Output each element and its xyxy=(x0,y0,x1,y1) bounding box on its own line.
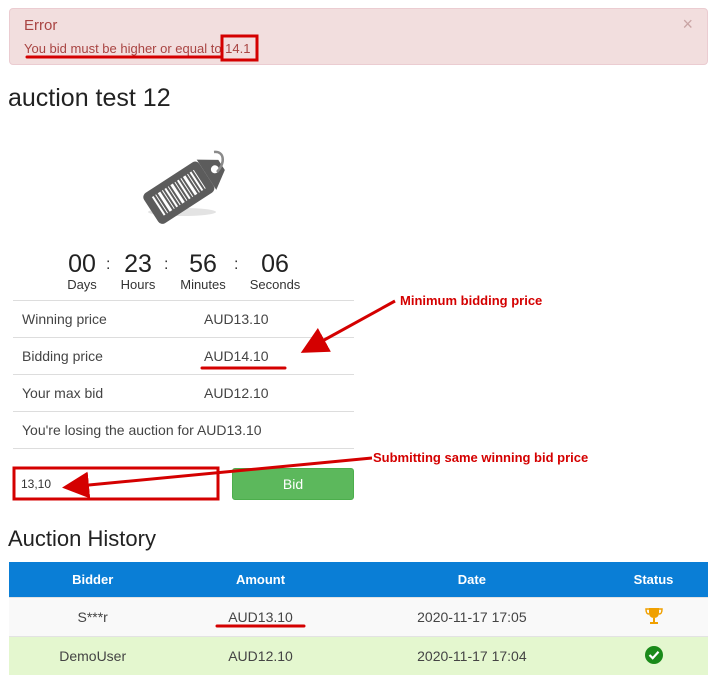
history-title: Auction History xyxy=(8,526,156,551)
countdown-value: 00 xyxy=(68,250,96,278)
status-row: You're losing the auction for AUD13.10 xyxy=(13,411,354,449)
annotation-same-price: Submitting same winning bid price xyxy=(373,450,589,465)
column-header-status: Status xyxy=(599,562,708,598)
table-header-row: Bidder Amount Date Status xyxy=(9,562,708,598)
winning-price-row: Winning price AUD13.10 xyxy=(13,300,354,338)
countdown-value: 23 xyxy=(124,250,152,278)
check-circle-icon xyxy=(644,645,663,664)
date-cell: 2020-11-17 17:04 xyxy=(344,636,600,675)
countdown-label: Minutes xyxy=(180,277,226,292)
annotation-min-price: Minimum bidding price xyxy=(400,293,543,308)
countdown-days: 00 Days xyxy=(58,250,106,292)
countdown-seconds: 06 Seconds xyxy=(246,250,304,292)
bidder-cell: S***r xyxy=(9,597,177,637)
auction-info-table: Winning price AUD13.10 Bidding price AUD… xyxy=(13,300,354,449)
table-row: S***r AUD13.10 2020-11-17 17:05 xyxy=(9,597,708,637)
status-cell xyxy=(599,597,708,637)
bidding-price-row: Bidding price AUD14.10 xyxy=(13,337,354,375)
table-row: DemoUser AUD12.10 2020-11-17 17:04 xyxy=(9,636,708,675)
countdown-value: 56 xyxy=(189,250,217,278)
trophy-icon xyxy=(644,607,663,624)
bidding-price-label: Bidding price xyxy=(13,337,204,375)
bidder-cell: DemoUser xyxy=(9,636,177,675)
column-header-date: Date xyxy=(344,562,600,598)
countdown-timer: 00 Days : 23 Hours : 56 Minutes : 06 Sec… xyxy=(58,250,308,292)
countdown-separator: : xyxy=(106,256,111,273)
error-alert: Error You bid must be higher or equal to… xyxy=(9,8,708,65)
max-bid-value: AUD12.10 xyxy=(204,374,354,412)
close-icon[interactable]: × xyxy=(682,14,693,35)
max-bid-row: Your max bid AUD12.10 xyxy=(13,374,354,412)
alert-message: You bid must be higher or equal to 14.1 xyxy=(24,41,251,56)
countdown-label: Seconds xyxy=(249,277,301,292)
alert-title: Error xyxy=(24,17,58,34)
countdown-separator: : xyxy=(234,256,239,273)
bid-button[interactable]: Bid xyxy=(232,468,354,500)
countdown-minutes: 56 Minutes xyxy=(176,250,230,292)
max-bid-label: Your max bid xyxy=(13,374,204,412)
countdown-label: Hours xyxy=(120,277,156,292)
column-header-bidder: Bidder xyxy=(9,562,177,598)
countdown-label: Days xyxy=(67,277,97,292)
auction-status-text: You're losing the auction for AUD13.10 xyxy=(13,411,354,449)
bidding-price-value: AUD14.10 xyxy=(204,337,354,375)
countdown-separator: : xyxy=(164,256,169,273)
winning-price-label: Winning price xyxy=(13,300,204,338)
amount-cell: AUD12.10 xyxy=(176,636,345,675)
winning-price-value: AUD13.10 xyxy=(204,300,354,338)
amount-cell: AUD13.10 xyxy=(176,597,345,637)
auction-history-table: Bidder Amount Date Status S***r AUD13.10… xyxy=(9,562,708,675)
bid-amount-input[interactable] xyxy=(14,468,218,499)
countdown-value: 06 xyxy=(261,250,289,278)
page-title: auction test 12 xyxy=(8,84,171,112)
countdown-hours: 23 Hours xyxy=(118,250,158,292)
status-cell xyxy=(599,636,708,675)
column-header-amount: Amount xyxy=(176,562,345,598)
date-cell: 2020-11-17 17:05 xyxy=(344,597,600,637)
